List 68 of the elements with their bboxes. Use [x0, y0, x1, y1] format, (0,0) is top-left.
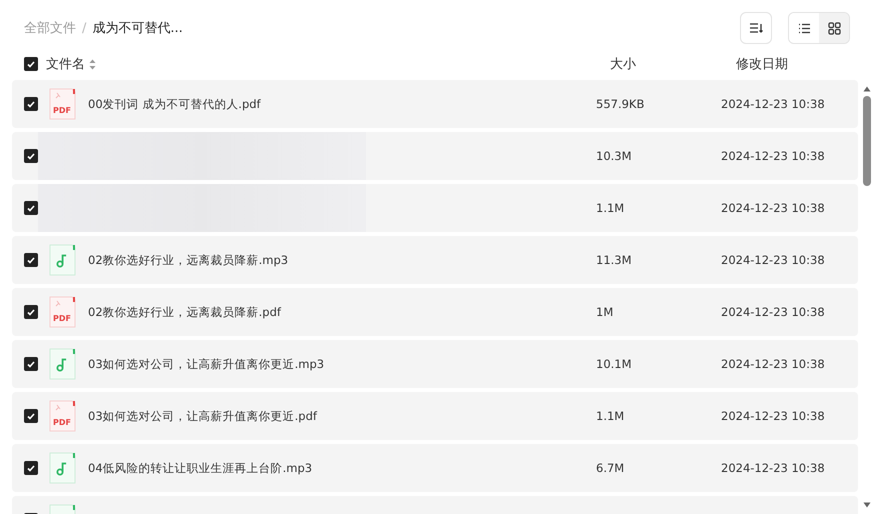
modified-date: 2024-12-23 10:38 — [721, 97, 825, 111]
file-row[interactable]: 10.3M 2024-12-23 10:38 — [12, 132, 858, 180]
check-icon — [27, 204, 35, 212]
file-size: 11.3M — [596, 253, 633, 267]
check-icon — [27, 308, 35, 316]
file-name: 04低风险的转让让职业生涯再上台阶.mp3 — [88, 460, 314, 476]
file-size: 6.7M — [596, 461, 626, 475]
file-row[interactable]: 02教你选好行业，远离裁员降薪.mp3 11.3M 2024-12-23 10:38 — [12, 236, 858, 284]
file-size: 557.9KB — [596, 97, 646, 111]
file-size: 1M — [596, 305, 614, 319]
pdf-file-icon: PDF — [49, 400, 76, 432]
modified-date: 2024-12-23 10:38 — [721, 357, 825, 371]
select-all-checkbox[interactable] — [24, 57, 38, 71]
file-row[interactable]: PDF 00发刊词 成为不可替代的人.pdf 557.9KB 2024-12-23 10:38 — [12, 80, 858, 128]
row-checkbox[interactable] — [24, 409, 38, 423]
file-size: 1.1M — [596, 409, 626, 423]
sort-arrows-icon[interactable] — [89, 58, 96, 70]
modified-date: 2024-12-23 10:38 — [721, 461, 825, 475]
file-name: 00发刊词 成为不可替代的人.pdf — [88, 96, 262, 112]
row-checkbox[interactable] — [24, 461, 38, 475]
check-icon — [27, 152, 35, 160]
check-icon — [27, 100, 35, 108]
modified-date: 2024-12-23 10:38 — [721, 149, 825, 163]
modified-date: 2024-12-23 10:38 — [721, 305, 825, 319]
check-icon — [27, 464, 35, 472]
file-name: 03如何选对公司，让高薪升值离你更近.mp3 — [88, 356, 326, 372]
file-size: 1.1M — [596, 201, 626, 215]
sort-button[interactable] — [740, 12, 772, 44]
list-icon — [798, 22, 810, 34]
file-row[interactable]: 04低风险的转让让职业生涯再上台阶.mp3 6.7M 2024-12-23 10:38 — [12, 444, 858, 492]
scroll-up-icon[interactable] — [863, 86, 871, 92]
row-checkbox[interactable] — [24, 149, 38, 163]
file-row[interactable]: 03如何选对公司，让高薪升值离你更近.mp3 10.1M 2024-12-23 10:38 — [12, 340, 858, 388]
column-header[interactable]: 文件名 — [46, 55, 85, 73]
check-icon — [27, 256, 35, 264]
file-size: 10.3M — [596, 149, 633, 163]
column-header: 修改日期 — [736, 56, 788, 73]
check-icon — [27, 360, 35, 368]
breadcrumb-item: 成为不可替代... — [92, 20, 183, 37]
check-icon — [27, 412, 35, 420]
music-file-icon — [49, 348, 76, 380]
sort-icon — [749, 22, 763, 34]
file-name: 02教你选好行业，远离裁员降薪.pdf — [88, 304, 282, 320]
pdf-file-icon: PDF — [49, 296, 76, 328]
file-size: 10.1M — [596, 357, 633, 371]
modified-date: 2024-12-23 10:38 — [721, 201, 825, 215]
row-checkbox[interactable] — [24, 253, 38, 267]
grid-view-button[interactable] — [819, 13, 849, 43]
row-checkbox[interactable] — [24, 357, 38, 371]
file-row[interactable]: PDF 02教你选好行业，远离裁员降薪.pdf 1M 2024-12-23 10:38 — [12, 288, 858, 336]
check-icon — [27, 60, 35, 68]
file-name: 02教你选好行业，远离裁员降薪.mp3 — [88, 252, 290, 268]
scroll-down-icon[interactable] — [863, 502, 871, 508]
row-checkbox[interactable] — [24, 97, 38, 111]
row-checkbox[interactable] — [24, 201, 38, 215]
grid-icon — [828, 22, 840, 34]
file-row[interactable]: 1.1M 2024-12-23 10:38 — [12, 184, 858, 232]
modified-date: 2024-12-23 10:38 — [721, 253, 825, 267]
modified-date: 2024-12-23 10:38 — [721, 409, 825, 423]
row-checkbox[interactable] — [24, 305, 38, 319]
music-file-icon — [49, 244, 76, 276]
column-header: 大小 — [610, 56, 636, 73]
breadcrumb-separator: / — [82, 20, 86, 36]
pdf-file-icon: PDF — [49, 88, 76, 120]
music-file-icon — [49, 452, 76, 484]
file-row[interactable]: PDF 03如何选对公司，让高薪升值离你更近.pdf 1.1M 2024-12-23 10:38 — [12, 392, 858, 440]
file-name: 03如何选对公司，让高薪升值离你更近.pdf — [88, 408, 318, 424]
scrollbar-thumb[interactable] — [863, 96, 871, 186]
